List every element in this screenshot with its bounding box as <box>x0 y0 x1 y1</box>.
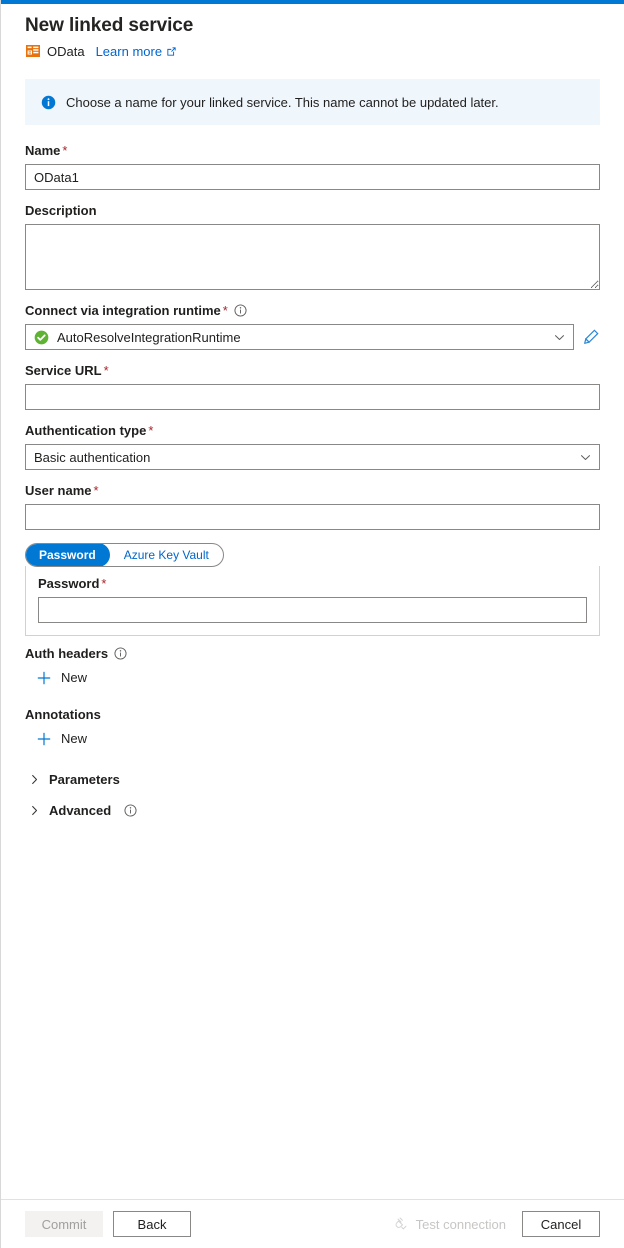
external-link-icon <box>166 46 177 57</box>
integration-runtime-row: AutoResolveIntegrationRuntime <box>25 324 600 350</box>
chevron-right-icon <box>29 774 40 785</box>
service-url-label-text: Service URL <box>25 363 102 378</box>
green-check-icon <box>34 330 49 345</box>
test-connection-label: Test connection <box>416 1217 506 1232</box>
integration-runtime-label: Connect via integration runtime* <box>25 303 600 319</box>
info-icon <box>41 95 56 110</box>
odata-icon <box>25 43 41 59</box>
name-label-text: Name <box>25 143 60 158</box>
pencil-icon <box>582 328 600 346</box>
panel-footer: Commit Back Test connection Cancel <box>1 1199 624 1248</box>
learn-more-link[interactable]: Learn more <box>96 44 177 59</box>
authentication-type-label: Authentication type* <box>25 423 600 439</box>
info-icon <box>114 647 127 660</box>
description-textarea[interactable] <box>25 224 600 290</box>
credential-pivot-section: Password Azure Key Vault Password* <box>25 543 600 636</box>
authentication-type-label-text: Authentication type <box>25 423 146 438</box>
plus-icon <box>37 732 51 746</box>
password-label-text: Password <box>38 576 99 591</box>
authentication-type-value: Basic authentication <box>34 450 574 465</box>
cancel-button[interactable]: Cancel <box>522 1211 600 1237</box>
linked-service-form: Name* Description Connect via integratio… <box>1 143 624 824</box>
field-user-name: User name* <box>25 483 600 530</box>
auth-headers-label-text: Auth headers <box>25 646 108 661</box>
integration-runtime-label-text: Connect via integration runtime <box>25 303 221 318</box>
plug-icon <box>393 1217 408 1232</box>
chevron-down-icon <box>554 332 565 343</box>
panel-header: New linked service OData Learn more <box>1 4 624 61</box>
info-icon <box>234 304 247 317</box>
integration-runtime-required-star: * <box>223 303 228 318</box>
parameters-collapsible[interactable]: Parameters <box>21 766 124 793</box>
learn-more-label: Learn more <box>96 44 162 59</box>
name-required-star: * <box>62 143 67 158</box>
credential-pivot-group: Password Azure Key Vault <box>25 543 224 567</box>
user-name-required-star: * <box>93 483 98 498</box>
plus-icon <box>37 671 51 685</box>
chevron-right-icon <box>29 805 40 816</box>
integration-runtime-value: AutoResolveIntegrationRuntime <box>57 330 548 345</box>
auth-headers-label: Auth headers <box>25 646 600 662</box>
user-name-label: User name* <box>25 483 600 499</box>
name-input[interactable] <box>25 164 600 190</box>
add-annotation-label: New <box>61 731 87 746</box>
authentication-type-required-star: * <box>148 423 153 438</box>
password-required-star: * <box>101 576 106 591</box>
info-banner: Choose a name for your linked service. T… <box>25 79 600 125</box>
footer-right-group: Test connection Cancel <box>391 1211 600 1237</box>
section-auth-headers: Auth headers New <box>25 646 600 689</box>
service-url-label: Service URL* <box>25 363 600 379</box>
field-service-url: Service URL* <box>25 363 600 410</box>
edit-integration-runtime-button[interactable] <box>582 328 600 346</box>
add-auth-header-label: New <box>61 670 87 685</box>
name-label: Name* <box>25 143 600 159</box>
credential-pivot: Password Azure Key Vault <box>25 543 224 567</box>
annotations-label: Annotations <box>25 707 600 723</box>
password-label: Password* <box>38 576 587 592</box>
service-url-required-star: * <box>104 363 109 378</box>
new-linked-service-panel: New linked service OData Learn more <box>0 0 624 1248</box>
service-subtitle-row: OData Learn more <box>25 41 600 61</box>
info-banner-text: Choose a name for your linked service. T… <box>66 94 499 111</box>
add-annotation-button[interactable]: New <box>33 727 95 750</box>
password-input[interactable] <box>38 597 587 623</box>
advanced-label: Advanced <box>49 803 111 818</box>
authentication-type-dropdown[interactable]: Basic authentication <box>25 444 600 470</box>
test-connection-button[interactable]: Test connection <box>391 1213 508 1236</box>
chevron-down-icon <box>580 452 591 463</box>
user-name-label-text: User name <box>25 483 91 498</box>
field-description: Description <box>25 203 600 290</box>
integration-runtime-dropdown[interactable]: AutoResolveIntegrationRuntime <box>25 324 574 350</box>
field-authentication-type: Authentication type* Basic authenticatio… <box>25 423 600 470</box>
add-auth-header-button[interactable]: New <box>33 666 95 689</box>
info-icon <box>124 804 137 817</box>
advanced-collapsible[interactable]: Advanced <box>21 797 141 824</box>
password-panel: Password* <box>25 566 600 636</box>
back-button[interactable]: Back <box>113 1211 191 1237</box>
commit-button[interactable]: Commit <box>25 1211 103 1237</box>
page-title: New linked service <box>25 14 600 38</box>
footer-left-group: Commit Back <box>25 1211 191 1237</box>
user-name-input[interactable] <box>25 504 600 530</box>
section-annotations: Annotations New <box>25 707 600 750</box>
tab-password[interactable]: Password <box>25 543 110 567</box>
field-integration-runtime: Connect via integration runtime* AutoRes… <box>25 303 600 350</box>
service-url-input[interactable] <box>25 384 600 410</box>
service-type-label: OData <box>47 44 85 59</box>
description-label: Description <box>25 203 600 219</box>
panel-body: New linked service OData Learn more <box>1 4 624 1199</box>
tab-azure-key-vault[interactable]: Azure Key Vault <box>110 544 223 566</box>
field-name: Name* <box>25 143 600 190</box>
parameters-label: Parameters <box>49 772 120 787</box>
